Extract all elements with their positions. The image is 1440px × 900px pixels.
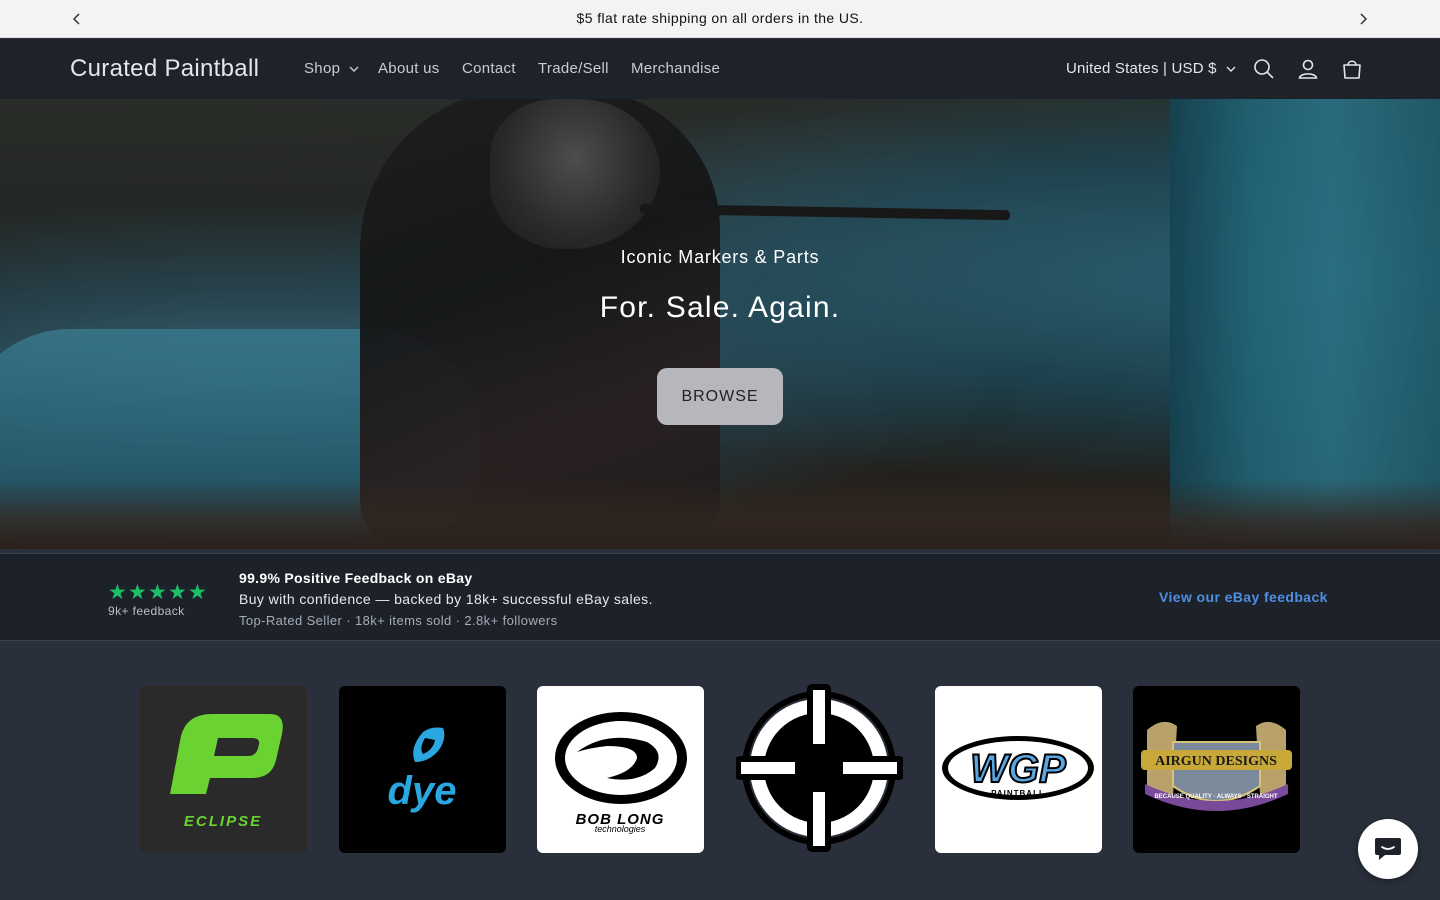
brand-wgp[interactable]: WGP PAINTBALL (935, 686, 1102, 853)
brand-logos-section: ECLIPSE dye BOB LONG technologies WGP PA… (0, 642, 1440, 900)
nav-merchandise[interactable]: Merchandise (631, 60, 720, 77)
ebay-feedback-strip: ★★★★★ 9k+ feedback 99.9% Positive Feedba… (0, 553, 1440, 641)
locale-label: United States | USD $ (1066, 60, 1217, 77)
nav-shop-label: Shop (304, 60, 341, 77)
announcement-bar: $5 flat rate shipping on all orders in t… (0, 0, 1440, 38)
feedback-line: Buy with confidence — backed by 18k+ suc… (239, 591, 653, 607)
brand-eclipse[interactable]: ECLIPSE (140, 686, 307, 853)
browse-button[interactable]: BROWSE (657, 368, 783, 425)
cart-button[interactable] (1338, 55, 1366, 83)
hero-subtitle: Iconic Markers & Parts (620, 247, 820, 267)
feedback-headline: 99.9% Positive Feedback on eBay (239, 570, 473, 586)
wgp-logo-subtext: PAINTBALL (991, 789, 1045, 798)
announcement-message: $5 flat rate shipping on all orders in t… (576, 10, 864, 26)
brand-crosshair[interactable] (735, 684, 904, 853)
site-header: Curated Paintball Shop About us Contact … (0, 39, 1440, 99)
nav-about[interactable]: About us (378, 60, 462, 77)
dye-logo-text: dye (388, 769, 457, 813)
star-icon: ★ (108, 581, 127, 604)
chevron-down-icon (1226, 66, 1236, 72)
feedback-stats: Top-Rated Seller · 18k+ items sold · 2.8… (239, 613, 558, 628)
brand-bob-long[interactable]: BOB LONG technologies (537, 686, 704, 853)
rating-stars: ★★★★★ (108, 580, 208, 605)
bob-long-logo-subtext: technologies (595, 824, 646, 834)
brand-airgun-designs[interactable]: AIRGUN DESIGNS BECAUSE QUALITY · ALWAYS … (1133, 686, 1300, 853)
eclipse-logo-icon: ECLIPSE (170, 714, 283, 830)
cart-icon (1343, 60, 1361, 79)
star-icon: ★ (168, 581, 187, 604)
nav-shop[interactable]: Shop (304, 60, 378, 77)
chat-icon (1375, 838, 1401, 860)
chevron-down-icon (349, 66, 359, 72)
announcement-next-button[interactable] (1353, 9, 1373, 29)
feedback-count: 9k+ feedback (108, 604, 185, 618)
star-icon: ★ (148, 581, 167, 604)
locale-selector[interactable]: United States | USD $ (1066, 60, 1236, 77)
account-button[interactable] (1294, 55, 1322, 83)
ebay-feedback-link[interactable]: View our eBay feedback (1159, 589, 1328, 605)
airgun-logo-subtext: BECAUSE QUALITY · ALWAYS · STRAIGHT (1154, 794, 1277, 800)
brand-dye[interactable]: dye (339, 686, 506, 853)
crosshair-icon (735, 684, 904, 852)
hero-title: For. Sale. Again. (599, 291, 841, 324)
eclipse-logo-text: ECLIPSE (184, 813, 262, 830)
bob-long-logo-icon: BOB LONG technologies (555, 712, 687, 834)
chevron-right-icon (1360, 13, 1368, 25)
wgp-logo-text: WGP (970, 747, 1066, 791)
dye-logo-icon: dye (388, 727, 457, 813)
airgun-designs-logo-icon: AIRGUN DESIGNS BECAUSE QUALITY · ALWAYS … (1141, 721, 1292, 811)
user-icon (1298, 59, 1318, 79)
nav-trade-sell[interactable]: Trade/Sell (538, 60, 631, 77)
star-icon: ★ (188, 581, 207, 604)
search-button[interactable] (1250, 55, 1278, 83)
hero-banner: Iconic Markers & Parts For. Sale. Again.… (0, 99, 1440, 549)
chat-button[interactable] (1358, 819, 1418, 879)
main-nav: Shop About us Contact Trade/Sell Merchan… (304, 60, 720, 77)
search-icon (1254, 59, 1274, 79)
brand-logo-text[interactable]: Curated Paintball (70, 55, 259, 83)
airgun-logo-text: AIRGUN DESIGNS (1155, 754, 1277, 769)
star-icon: ★ (128, 581, 147, 604)
nav-contact[interactable]: Contact (462, 60, 538, 77)
wgp-logo-icon: WGP PAINTBALL (942, 736, 1094, 800)
